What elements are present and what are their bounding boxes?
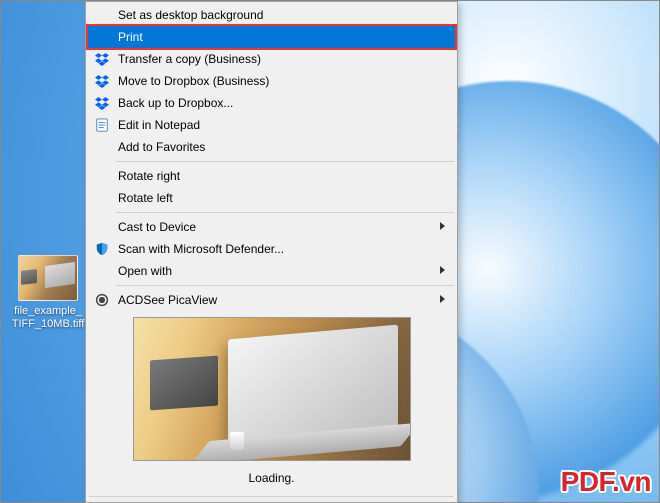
- file-thumbnail-icon: [18, 255, 78, 301]
- submenu-arrow-icon: [440, 266, 445, 274]
- menu-label: ACDSee PicaView: [118, 293, 217, 307]
- menu-label: Edit in Notepad: [118, 118, 200, 132]
- menu-open-with[interactable]: Open with: [88, 260, 455, 282]
- menu-label: Print: [118, 30, 143, 44]
- menu-label: Open with: [118, 264, 172, 278]
- notepad-icon: [94, 117, 110, 133]
- watermark: PDF.vn: [561, 466, 651, 498]
- menu-acdsee-picaview[interactable]: ACDSee PicaView: [88, 289, 455, 311]
- picaview-preview-panel: Loading.: [88, 311, 455, 493]
- menu-label: Cast to Device: [118, 220, 196, 234]
- menu-separator: [116, 285, 454, 286]
- menu-label: Scan with Microsoft Defender...: [118, 242, 284, 256]
- menu-add-to-favorites[interactable]: Add to Favorites: [88, 136, 455, 158]
- dropbox-icon: [94, 95, 110, 111]
- menu-edit-in-notepad[interactable]: Edit in Notepad: [88, 114, 455, 136]
- menu-print[interactable]: Print: [88, 26, 455, 48]
- menu-separator: [89, 496, 454, 497]
- menu-cast-to-device[interactable]: Cast to Device: [88, 216, 455, 238]
- menu-move-to-dropbox[interactable]: Move to Dropbox (Business): [88, 70, 455, 92]
- submenu-arrow-icon: [440, 222, 445, 230]
- menu-label: Move to Dropbox (Business): [118, 74, 269, 88]
- menu-label: Back up to Dropbox...: [118, 96, 233, 110]
- submenu-arrow-icon: [440, 295, 445, 303]
- menu-label: Rotate right: [118, 169, 180, 183]
- menu-label: Set as desktop background: [118, 8, 263, 22]
- shield-icon: [94, 241, 110, 257]
- menu-label: Rotate left: [118, 191, 173, 205]
- acdsee-icon: [94, 292, 110, 308]
- menu-separator: [116, 161, 454, 162]
- menu-set-desktop-background[interactable]: Set as desktop background: [88, 4, 455, 26]
- image-preview: [133, 317, 411, 461]
- menu-label: Transfer a copy (Business): [118, 52, 261, 66]
- menu-backup-to-dropbox[interactable]: Back up to Dropbox...: [88, 92, 455, 114]
- menu-rotate-left[interactable]: Rotate left: [88, 187, 455, 209]
- menu-transfer-copy[interactable]: Transfer a copy (Business): [88, 48, 455, 70]
- dropbox-icon: [94, 73, 110, 89]
- context-menu: Set as desktop background Print Transfer…: [85, 1, 458, 503]
- file-label: file_example_TIFF_10MB.tiff: [11, 305, 85, 331]
- menu-scan-defender[interactable]: Scan with Microsoft Defender...: [88, 238, 455, 260]
- dropbox-icon: [94, 51, 110, 67]
- menu-separator: [116, 212, 454, 213]
- menu-rotate-right[interactable]: Rotate right: [88, 165, 455, 187]
- desktop-file-icon[interactable]: file_example_TIFF_10MB.tiff: [11, 255, 85, 331]
- menu-label: Add to Favorites: [118, 140, 205, 154]
- loading-text: Loading.: [94, 461, 449, 491]
